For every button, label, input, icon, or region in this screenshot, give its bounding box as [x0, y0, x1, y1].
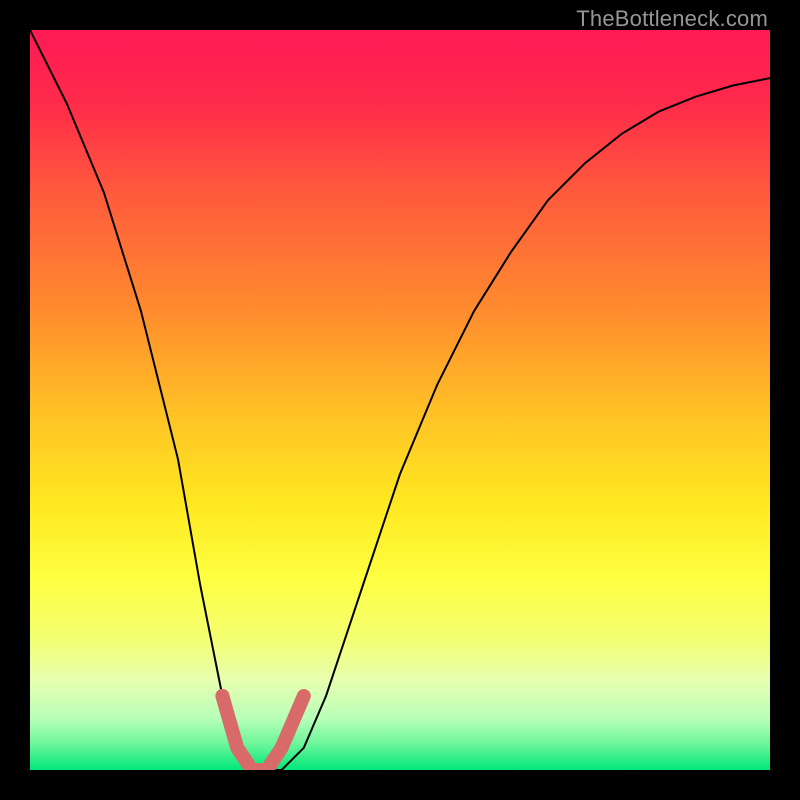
chart-frame: TheBottleneck.com: [0, 0, 800, 800]
plot-area: [30, 30, 770, 770]
curve-layer: [30, 30, 770, 770]
highlight-dot: [215, 689, 229, 703]
watermark-text: TheBottleneck.com: [576, 6, 768, 32]
bottleneck-curve: [30, 30, 770, 770]
